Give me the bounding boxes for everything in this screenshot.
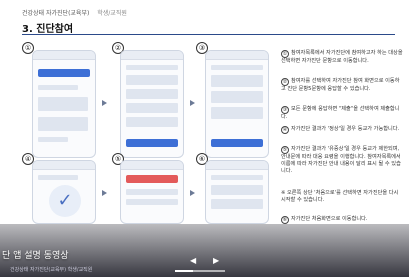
step-3-text: 모든 문항에 응답하면 "제출"을 선택하여 제출합니다. (281, 106, 400, 120)
step-6-number: ⑥ (281, 216, 289, 224)
check-icon: ✓ (49, 185, 81, 217)
step-6: ⑥ 자가진단 처음화면으로 이동합니다. (281, 216, 403, 224)
step-note-text: 오른쪽 상단 '처음으로'를 선택하면 자가진단을 다시 시작할 수 있습니다. (281, 190, 399, 203)
step-4-number: ④ (281, 126, 289, 134)
step-1: ① 참여자목록에서 자가진단에 참여하고자 하는 대상을 선택하면 자가진단 문항… (281, 50, 403, 65)
screen-4-phone: ✓ (32, 160, 96, 224)
screen-3-phone (205, 50, 269, 158)
step-3: ③ 모든 문항에 응답하면 "제출"을 선택하여 제출합니다. (281, 106, 403, 121)
screen-1-phone (32, 50, 96, 158)
step-2: ② 참여자를 선택하여 자가진단 참여 화면으로 이동하고 진단 문항5문항에 응… (281, 78, 403, 93)
screen-6-phone (205, 160, 269, 224)
video-progress-fill (175, 270, 193, 272)
step-1-number: ① (281, 50, 289, 58)
breadcrumb-main: 건강상태 자가진단(교육부) (22, 10, 90, 17)
header-divider (22, 34, 395, 35)
step-4-text: 자가진단 결과가 '정상'일 경우 등교가 가능합니다. (291, 126, 400, 132)
video-progress-bar[interactable] (175, 270, 225, 272)
step-note: ※ 오른쪽 상단 '처음으로'를 선택하면 자가진단을 다시 시작할 수 있습니… (281, 190, 403, 204)
next-slide-icon[interactable]: ▶ (213, 256, 223, 266)
step-3-number: ③ (281, 106, 289, 114)
page-title: 3. 진단참여 (22, 24, 74, 35)
flow-arrow-1-2 (102, 100, 107, 106)
step-note-mark: ※ (281, 190, 286, 196)
step-5-number: ⑤ (281, 146, 289, 154)
step-1-text: 참여자목록에서 자가진단에 참여하고자 하는 대상을 선택하면 자가진단 문항으… (281, 50, 403, 64)
step-6-text: 자가진단 처음화면으로 이동합니다. (291, 216, 368, 222)
slide-header: 건강상태 자가진단(교육부) 학생/교직원 3. 진단참여 (0, 0, 409, 38)
video-title: 단 앱 설명 동영상 (2, 251, 69, 261)
prev-slide-icon[interactable]: ◀ (190, 256, 200, 266)
breadcrumb: 건강상태 자가진단(교육부) 학생/교직원 (22, 8, 127, 17)
video-caption: 건강상태 자가진단(교육부) 학생/교직원 (10, 267, 93, 273)
step-4: ④ 자가진단 결과가 '정상'일 경우 등교가 가능합니다. (281, 126, 403, 134)
video-frame: 건강상태 자가진단(교육부) 학생/교직원 3. 진단참여 ① ② ③ ④ ✓ … (0, 0, 409, 277)
step-5-text: 자가진단 결과가 '유증상'일 경우 등교가 제한되며, 안내문에 따라 대응 … (281, 146, 401, 174)
step-2-text: 참여자를 선택하여 자가진단 참여 화면으로 이동하고 진단 문항5문항에 응답… (281, 78, 400, 92)
screen-2-phone (120, 50, 184, 158)
step-2-number: ② (281, 78, 289, 86)
flow-arrow-5-6 (190, 190, 195, 196)
breadcrumb-sub: 학생/교직원 (97, 10, 127, 17)
screen-5-phone (120, 160, 184, 224)
flow-arrow-4-5 (102, 190, 107, 196)
step-5: ⑤ 자가진단 결과가 '유증상'일 경우 등교가 제한되며, 안내문에 따라 대응… (281, 146, 403, 175)
flow-arrow-2-3 (190, 100, 195, 106)
